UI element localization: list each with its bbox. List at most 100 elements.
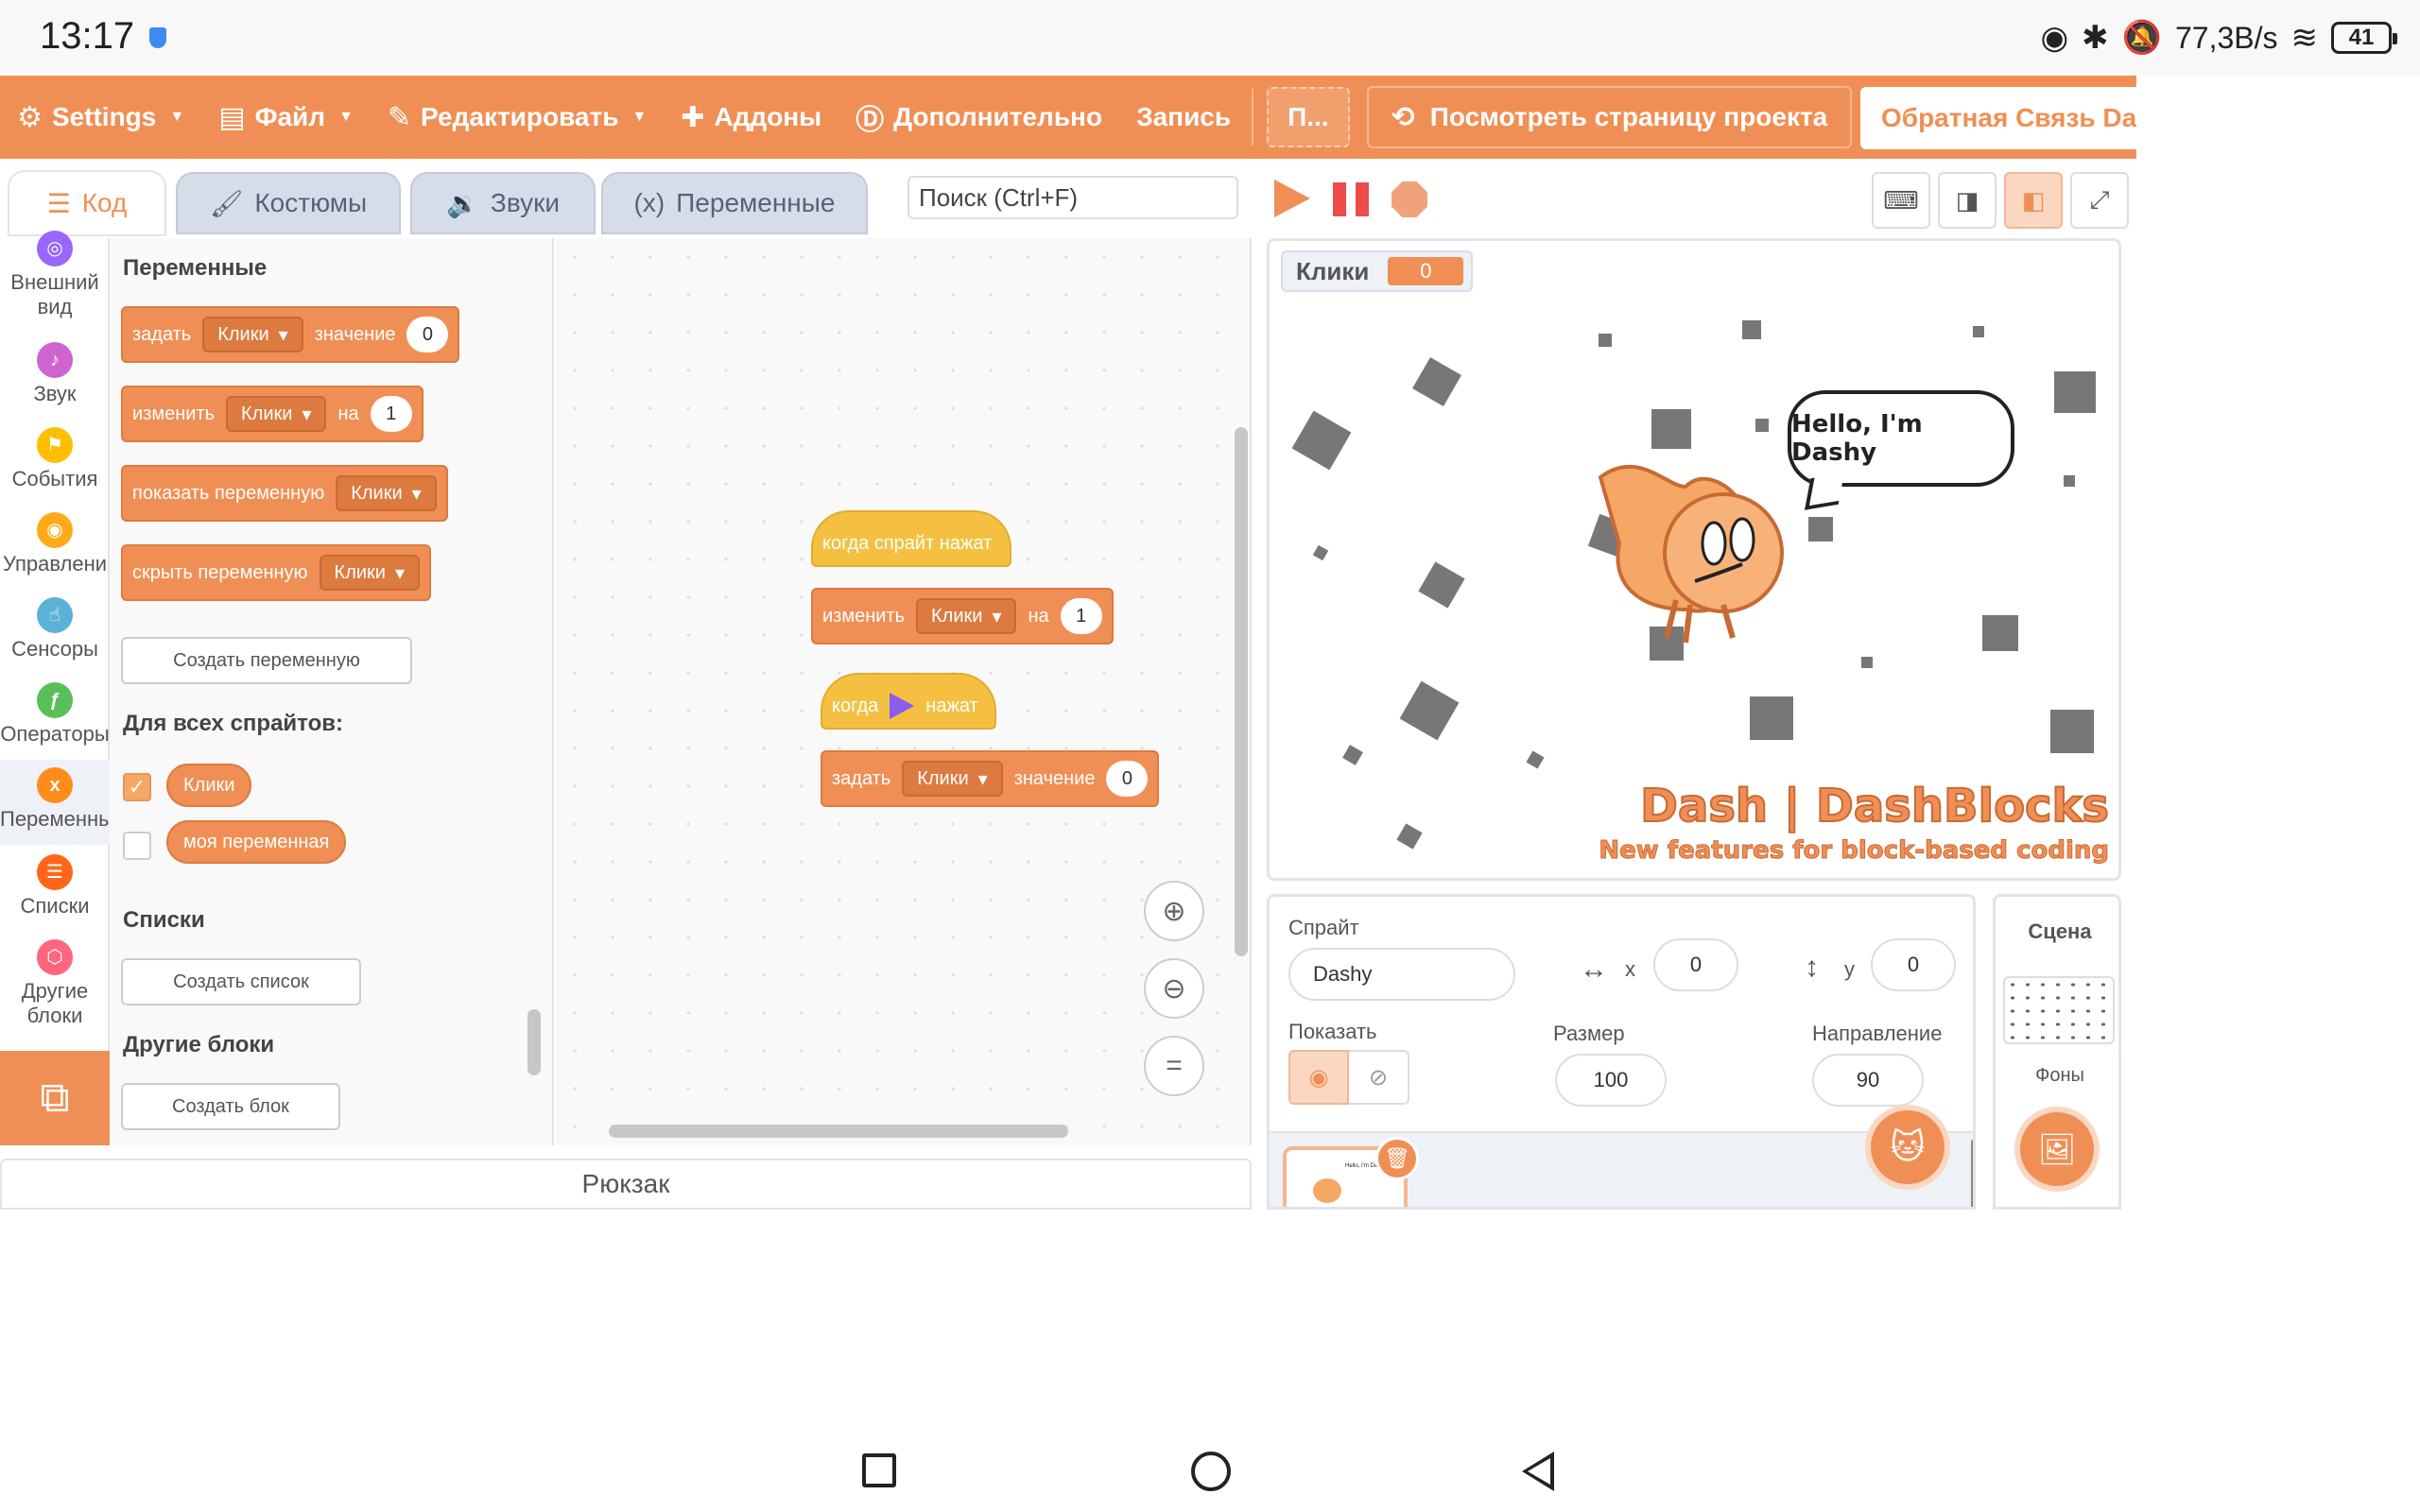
value-input[interactable]: 1 [370, 396, 412, 432]
category-sensing[interactable]: ☝ Сенсоры [0, 597, 110, 662]
variable-dropdown[interactable]: Клики ▾ [226, 396, 327, 432]
background-square [1312, 544, 1329, 561]
block-palette: Переменные задать Клики ▾ значение 0 изме… [110, 238, 554, 1145]
variable-reporter-my-variable[interactable]: моя переменная [166, 820, 347, 864]
y-input[interactable]: 0 [1871, 938, 1956, 991]
palette-scrollbar[interactable] [527, 1009, 541, 1075]
make-list-button[interactable]: Создать список [121, 958, 361, 1005]
monitor-value: 0 [1388, 257, 1464, 285]
console-icon[interactable]: ⌨ [1872, 172, 1930, 229]
script-horizontal-scrollbar[interactable] [609, 1125, 1068, 1138]
zoom-reset-icon[interactable]: = [1144, 1036, 1204, 1096]
set-variable-block[interactable]: задать Клики ▾ значение 0 [121, 306, 460, 363]
when-flag-clicked-block[interactable]: когда нажат [821, 673, 996, 730]
home-icon[interactable] [1191, 1452, 1231, 1491]
fullscreen-icon[interactable]: ⤢ [2070, 172, 2129, 229]
size-input[interactable]: 100 [1555, 1054, 1667, 1107]
control-icon: ◉ [37, 512, 73, 548]
backdrop-thumbnail[interactable] [2003, 976, 2115, 1044]
category-operators[interactable]: ƒ Операторы [0, 682, 110, 747]
hide-variable-block[interactable]: скрыть переменную Клики ▾ [121, 544, 432, 601]
direction-input[interactable]: 90 [1812, 1054, 1924, 1107]
variable-dropdown[interactable]: Клики ▾ [902, 761, 1003, 797]
addons-label: Аддоны [714, 102, 822, 131]
variable-dropdown[interactable]: Клики ▾ [336, 475, 437, 511]
value-input[interactable]: 0 [1106, 761, 1149, 797]
stage[interactable]: Клики 0 Hello, I'm Dashy Dash | DashBloc… [1267, 238, 2121, 881]
value-input[interactable]: 1 [1060, 598, 1102, 634]
variable-checkbox[interactable] [123, 832, 151, 860]
add-backdrop-button[interactable]: 🖼 [2014, 1107, 2100, 1192]
tab-variables[interactable]: (x) Переменные [601, 172, 868, 234]
category-sound[interactable]: ♪ Звук [0, 342, 110, 406]
remix-icon: ⟲ [1391, 101, 1415, 133]
delete-sprite-icon[interactable]: 🗑 [1375, 1137, 1419, 1180]
sprite-list-scrollbar[interactable] [1971, 1139, 1973, 1207]
tab-costumes[interactable]: 🖌 Костюмы [176, 172, 401, 234]
tab-code[interactable]: ☰ Код [8, 170, 166, 236]
background-square [1742, 320, 1761, 339]
sprite-name-input[interactable]: Dashy [1288, 948, 1515, 1001]
show-variable-block[interactable]: показать переменную Клики ▾ [121, 465, 448, 522]
back-icon[interactable] [1522, 1452, 1554, 1491]
looks-icon: ◎ [37, 231, 73, 266]
settings-menu[interactable]: ⚙ Settings ▼ [0, 76, 201, 159]
file-menu[interactable]: ▤ Файл ▼ [201, 76, 371, 159]
add-sprite-button[interactable]: 🐱 [1865, 1105, 1950, 1190]
category-events[interactable]: ⚑ События [0, 427, 110, 491]
mute-icon: 🔕 [2121, 20, 2162, 56]
category-lists[interactable]: ☰ Списки [0, 854, 110, 919]
show-eye-icon[interactable]: ◉ [1288, 1050, 1349, 1105]
record-menu[interactable]: Запись [1119, 76, 1248, 159]
zoom-in-icon[interactable]: ⊕ [1144, 881, 1204, 941]
backpack-header[interactable]: Рюкзак [0, 1159, 1252, 1210]
category-myblocks[interactable]: ⬡ Другие блоки [0, 939, 110, 1028]
category-label: События [11, 467, 98, 490]
block-text: изменить [132, 403, 216, 424]
project-title-field[interactable]: П... [1267, 87, 1350, 147]
script-vertical-scrollbar[interactable] [1235, 427, 1248, 956]
make-variable-button[interactable]: Создать переменную [121, 637, 412, 684]
pause-icon[interactable] [1333, 182, 1371, 216]
variable-dropdown[interactable]: Клики ▾ [916, 598, 1017, 634]
variable-dropdown[interactable]: Клики ▾ [319, 555, 421, 591]
search-input[interactable]: Поиск (Ctrl+F) [908, 176, 1238, 219]
chevron-down-icon: ▾ [411, 483, 422, 505]
variable-dropdown[interactable]: Клики ▾ [202, 317, 303, 352]
category-looks[interactable]: ◎ Внешний вид [0, 231, 110, 325]
stop-icon[interactable] [1392, 181, 1427, 217]
image-plus-icon: 🖼 [2037, 1132, 2077, 1166]
zoom-out-icon[interactable]: ⊖ [1144, 958, 1204, 1019]
when-sprite-clicked-block[interactable]: когда спрайт нажат [811, 510, 1011, 567]
normal-stage-icon[interactable]: ◧ [2004, 172, 2063, 229]
category-control[interactable]: ◉ Управлени [0, 512, 110, 576]
set-variable-block[interactable]: задать Клики ▾ значение 0 [821, 750, 1160, 807]
hide-eye-icon[interactable]: ⊘ [1349, 1050, 1409, 1105]
feedback-button[interactable]: Обратная Связь Dash [1860, 87, 2136, 149]
x-input[interactable]: 0 [1653, 938, 1738, 991]
green-flag-icon[interactable] [1274, 180, 1310, 217]
variable-checkbox-checked[interactable]: ✓ [123, 773, 151, 801]
see-project-page-button[interactable]: ⟲ Посмотреть страницу проекта [1366, 86, 1853, 148]
dashy-eye [1701, 521, 1727, 566]
extra-menu[interactable]: Ⓓ Дополнительно [838, 76, 1119, 159]
edit-menu[interactable]: ✎ Редактировать ▼ [371, 76, 664, 159]
stage-selector[interactable]: Сцена Фоны 🖼 [1993, 894, 2121, 1210]
variable-reporter-kliki[interactable]: Клики [166, 764, 252, 807]
script-area[interactable]: когда спрайт нажат изменить Клики ▾ на 1 … [556, 238, 1252, 1145]
tab-sounds[interactable]: 🔉 Звуки [410, 172, 596, 234]
recents-icon[interactable] [862, 1453, 896, 1487]
block-text: нажат [925, 695, 978, 716]
change-variable-block[interactable]: изменить Клики ▾ на 1 [811, 588, 1114, 644]
category-variables[interactable]: x Переменны [0, 760, 113, 845]
background-square [1599, 334, 1612, 347]
background-square [1418, 561, 1465, 609]
change-variable-block[interactable]: изменить Клики ▾ на 1 [121, 386, 424, 442]
dashy-sprite[interactable] [1582, 449, 1808, 657]
chevron-down-icon: ▾ [977, 768, 988, 790]
value-input[interactable]: 0 [406, 317, 449, 352]
add-extension-button[interactable]: ⧉ [0, 1051, 110, 1145]
small-stage-icon[interactable]: ◨ [1938, 172, 1996, 229]
addons-menu[interactable]: ✚ Аддоны [664, 76, 838, 159]
make-block-button[interactable]: Создать блок [121, 1083, 340, 1130]
